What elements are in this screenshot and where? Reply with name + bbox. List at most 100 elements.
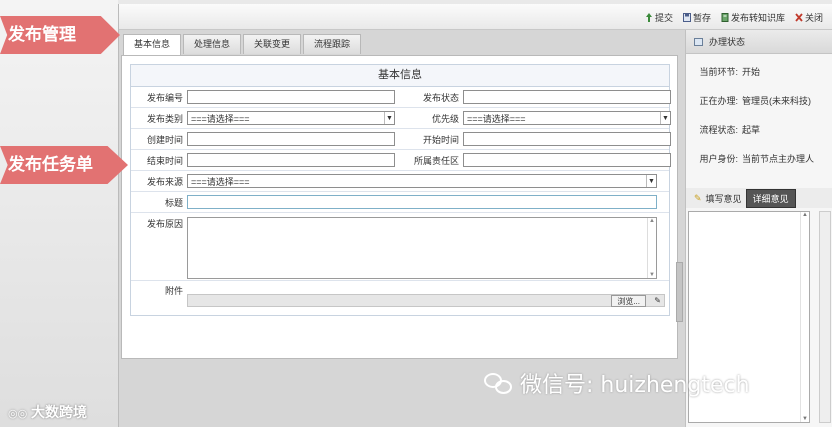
status-header-title: 办理状态: [709, 36, 746, 47]
brand-watermark: ◎◎ 大数跨境: [8, 402, 87, 422]
save-draft-button[interactable]: 暂存: [682, 11, 711, 24]
tab-processing-info[interactable]: 处理信息: [183, 34, 242, 54]
form-row: 结束时间 所属责任区: [131, 150, 671, 171]
attachment-label: 附件: [164, 286, 183, 296]
knowledge-icon: [721, 13, 729, 22]
browse-button[interactable]: 浏览...: [611, 295, 646, 307]
release-category-value: ===请选择===: [191, 113, 250, 124]
close-button[interactable]: 关闭: [795, 11, 823, 24]
status-row-current-step: 当前环节: 开始: [686, 58, 832, 87]
release-form-window: 提交 暂存 发布转知识库 关闭 基本信息 处理信息 关联变更 流程跟踪 基本信息…: [118, 4, 832, 427]
chevron-down-icon: ▼: [384, 112, 394, 124]
form-row: 发布来源 ===请选择=== ▼: [131, 171, 669, 192]
opinion-header: ✎ 填写意见 详细意见: [686, 188, 832, 208]
status-key: 当前环节:: [699, 67, 738, 77]
priority-select[interactable]: ===请选择=== ▼: [463, 111, 671, 125]
close-icon: [795, 13, 803, 22]
status-list: 当前环节: 开始 正在办理: 管理员(未来科技) 流程状态: 起草 用户身份: 当前节点…: [686, 54, 832, 174]
basic-info-form: 基本信息 发布编号 发布状态 发布类别 ===请选择=== ▼ 优先级 ===请: [130, 64, 671, 316]
publish-to-knowledge-label: 发布转知识库: [730, 13, 785, 23]
panel-splitter-handle[interactable]: [676, 262, 683, 322]
release-category-label: 发布类别: [146, 113, 183, 124]
end-time-input[interactable]: [187, 153, 395, 167]
status-key: 流程状态:: [699, 125, 738, 135]
attachment-icon: ✎: [654, 296, 661, 305]
scroll-up-icon: ▲: [649, 218, 655, 224]
close-label: 关闭: [804, 13, 823, 23]
status-key: 正在办理:: [699, 96, 738, 106]
status-row-process-state: 流程状态: 起草: [686, 116, 832, 145]
created-time-label: 创建时间: [146, 134, 183, 145]
status-row-handler: 正在办理: 管理员(未来科技): [686, 87, 832, 116]
opinion-label: 填写意见: [705, 193, 742, 204]
start-time-label: 开始时间: [422, 134, 459, 145]
status-panel-icon: [694, 37, 703, 46]
detailed-opinion-button[interactable]: 详细意见: [745, 188, 796, 208]
overlay-tag-release-order: 发布任务单: [0, 146, 128, 184]
release-status-input[interactable]: [463, 90, 671, 104]
tab-process-tracking[interactable]: 流程跟踪: [303, 34, 362, 54]
status-key: 用户身份:: [699, 154, 738, 164]
start-time-input[interactable]: [463, 132, 671, 146]
status-value: 管理员(未来科技): [742, 96, 811, 106]
reason-textarea[interactable]: ▲ ▼: [187, 217, 657, 279]
reason-label: 发布原因: [146, 219, 183, 229]
release-source-select[interactable]: ===请选择=== ▼: [187, 174, 657, 188]
priority-label: 优先级: [431, 113, 459, 124]
scroll-down-icon: ▼: [649, 272, 655, 278]
submit-button[interactable]: 提交: [645, 11, 673, 24]
tab-basic-info[interactable]: 基本信息: [123, 34, 182, 55]
basic-info-panel: 基本信息 发布编号 发布状态 发布类别 ===请选择=== ▼ 优先级 ===请: [121, 55, 678, 359]
form-title: 基本信息: [131, 65, 669, 87]
status-value: 当前节点主办理人: [742, 154, 815, 164]
status-value: 开始: [742, 67, 761, 77]
release-category-select[interactable]: ===请选择=== ▼: [187, 111, 395, 125]
form-row: 创建时间 开始时间: [131, 129, 671, 150]
side-panel-scrollbar[interactable]: [819, 211, 831, 423]
title-input[interactable]: [187, 195, 657, 209]
responsible-area-input[interactable]: [463, 153, 671, 167]
wechat-watermark: 微信号: huizhengtech: [484, 367, 750, 399]
form-row: 发布类别 ===请选择=== ▼ 优先级 ===请选择=== ▼: [131, 108, 671, 129]
release-source-label: 发布来源: [146, 176, 183, 187]
pencil-icon: ✎: [694, 192, 702, 203]
reason-scrollbar[interactable]: ▲ ▼: [647, 218, 656, 278]
status-header: 办理状态: [686, 30, 832, 54]
submit-icon: [645, 13, 652, 22]
form-row: 发布编号 发布状态: [131, 87, 671, 108]
toolbar-actions: 提交 暂存 发布转知识库 关闭: [645, 11, 823, 24]
release-source-value: ===请选择===: [191, 176, 250, 187]
brand-watermark-text: 大数跨境: [31, 405, 88, 421]
chevron-down-icon: ▼: [660, 112, 670, 124]
overlay-tag-release-management: 发布管理: [0, 16, 120, 54]
status-value: 起草: [742, 125, 761, 135]
status-row-user-role: 用户身份: 当前节点主办理人: [686, 145, 832, 174]
wechat-watermark-text: 微信号: huizhengtech: [520, 373, 750, 398]
tab-related-change[interactable]: 关联变更: [243, 34, 302, 54]
priority-value: ===请选择===: [467, 113, 526, 124]
created-time-input[interactable]: [187, 132, 395, 146]
save-draft-label: 暂存: [692, 13, 711, 23]
tab-bar: 基本信息 处理信息 关联变更 流程跟踪: [123, 34, 362, 55]
toolbar: 提交 暂存 发布转知识库 关闭: [119, 4, 832, 30]
submit-label: 提交: [654, 13, 673, 23]
save-icon: [682, 13, 691, 22]
wechat-logo-icon: [484, 371, 514, 395]
end-time-label: 结束时间: [146, 155, 183, 166]
brand-logo-icon: ◎◎: [8, 407, 32, 420]
release-status-label: 发布状态: [422, 92, 459, 103]
form-row: 发布原因 ▲ ▼: [131, 213, 669, 281]
scroll-up-icon: ▲: [802, 212, 808, 218]
responsible-area-label: 所属责任区: [413, 155, 459, 166]
scroll-down-icon: ▼: [802, 416, 808, 422]
attachment-field: 浏览... ✎: [187, 284, 665, 307]
publish-to-knowledge-button[interactable]: 发布转知识库: [721, 11, 785, 24]
release-no-label: 发布编号: [146, 92, 183, 103]
attachment-file-input[interactable]: 浏览... ✎: [187, 294, 665, 307]
release-no-input[interactable]: [187, 90, 395, 104]
form-row: 标题: [131, 192, 669, 213]
left-background: [0, 0, 118, 427]
opinion-scrollbar[interactable]: ▲ ▼: [800, 212, 809, 422]
chevron-down-icon: ▼: [646, 175, 656, 187]
title-label: 标题: [164, 197, 183, 208]
